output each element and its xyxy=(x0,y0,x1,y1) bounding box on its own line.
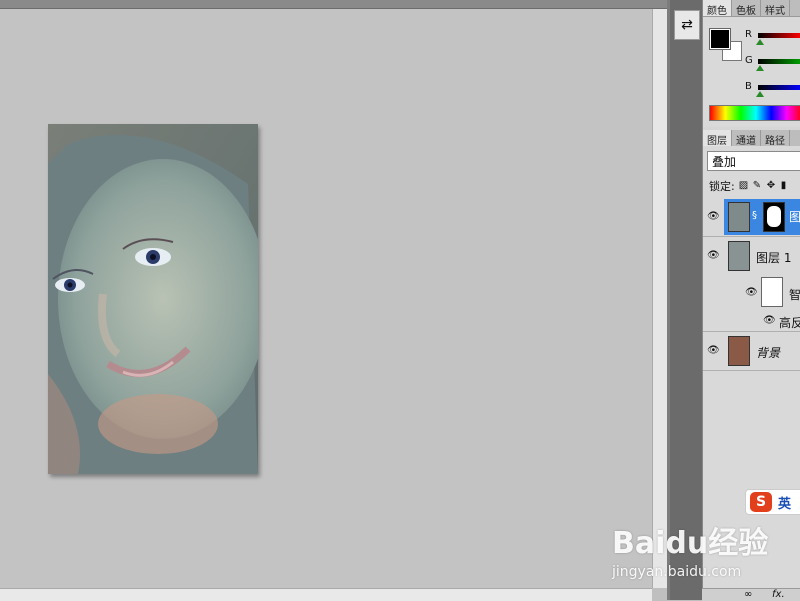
layers-bottom-bar: ∞ fx. xyxy=(702,588,800,601)
smart-filter-row[interactable]: 👁 智 xyxy=(703,275,800,311)
baidu-watermark: Baidu经验 jingyan.baidu.com xyxy=(612,518,768,580)
layer-name: 高反 xyxy=(779,316,800,330)
layers-panel-tabs: 图层 通道 路径 xyxy=(703,130,800,147)
history-panel-button[interactable]: ⇄ xyxy=(674,10,700,40)
lock-label: 锁定: xyxy=(709,180,735,193)
sogou-logo: S xyxy=(750,492,772,512)
layer-name: 图 xyxy=(789,210,800,224)
document-title-bar xyxy=(0,0,667,9)
foreground-color-swatch[interactable] xyxy=(709,28,731,50)
lock-transparent-icon[interactable]: ▨ xyxy=(739,181,749,191)
link-icon[interactable]: § xyxy=(752,210,757,221)
watermark-main: Baidu经验 xyxy=(612,526,769,561)
layer-thumbnail xyxy=(728,202,750,232)
ime-mode-label[interactable]: 英 xyxy=(778,493,791,512)
color-panel-tabs: 颜色 色板 样式 xyxy=(703,0,800,17)
move-icon[interactable]: ✥ xyxy=(767,181,777,191)
layer-row[interactable]: 👁 图层 1 xyxy=(703,237,800,275)
vertical-scrollbar[interactable] xyxy=(652,9,668,588)
blend-mode-select[interactable]: 叠加 xyxy=(707,151,800,171)
channel-label-g: G xyxy=(745,55,753,66)
smart-filter-mask xyxy=(761,277,783,307)
color-panel: R G B xyxy=(703,17,800,127)
layer-thumbnail xyxy=(728,241,750,271)
channel-label-r: R xyxy=(745,29,752,40)
tab-channels[interactable]: 通道 xyxy=(732,130,761,147)
layer-name: 图层 1 xyxy=(756,251,792,265)
eye-icon[interactable]: 👁 xyxy=(763,316,777,326)
layer-row[interactable]: 👁 背景 xyxy=(703,332,800,371)
lock-row: 锁定: ▨ ✎ ✥ ▮ xyxy=(709,178,791,194)
lock-icon[interactable]: ▮ xyxy=(781,181,791,191)
green-slider-thumb[interactable] xyxy=(756,65,764,71)
eye-icon[interactable]: 👁 xyxy=(745,288,759,298)
ime-toolbar[interactable]: S 英 xyxy=(745,489,800,515)
history-icon: ⇄ xyxy=(681,17,693,33)
portrait-image xyxy=(48,124,258,474)
layer-name: 背景 xyxy=(756,346,781,360)
channel-label-b: B xyxy=(745,81,752,92)
brush-icon[interactable]: ✎ xyxy=(753,181,763,191)
layer-mask-thumbnail xyxy=(763,202,785,232)
eye-icon[interactable]: 👁 xyxy=(707,212,721,222)
layer-thumbnail xyxy=(728,336,750,366)
link-icon[interactable]: ∞ xyxy=(744,589,752,600)
tab-styles[interactable]: 样式 xyxy=(761,0,790,17)
filter-row[interactable]: 👁 高反 xyxy=(703,311,800,332)
color-spectrum-bar[interactable] xyxy=(709,105,800,121)
tab-layers[interactable]: 图层 xyxy=(703,130,732,147)
red-slider-thumb[interactable] xyxy=(756,39,764,45)
tab-color[interactable]: 颜色 xyxy=(703,0,732,17)
eye-icon[interactable]: 👁 xyxy=(707,346,721,356)
document-image[interactable] xyxy=(48,124,258,474)
watermark-url: jingyan.baidu.com xyxy=(612,564,742,580)
collapsed-panel-dock: ⇄ xyxy=(670,0,702,600)
horizontal-scrollbar[interactable] xyxy=(0,588,652,601)
layer-name: 智 xyxy=(789,288,800,302)
blue-slider-thumb[interactable] xyxy=(756,91,764,97)
layer-row[interactable]: 👁 § 图 xyxy=(703,198,800,237)
blue-slider[interactable] xyxy=(758,85,800,90)
eye-icon[interactable]: 👁 xyxy=(707,251,721,261)
green-slider[interactable] xyxy=(758,59,800,64)
fx-icon[interactable]: fx. xyxy=(772,589,785,600)
tab-swatches[interactable]: 色板 xyxy=(732,0,761,17)
tab-paths[interactable]: 路径 xyxy=(761,130,790,147)
red-slider[interactable] xyxy=(758,33,800,38)
